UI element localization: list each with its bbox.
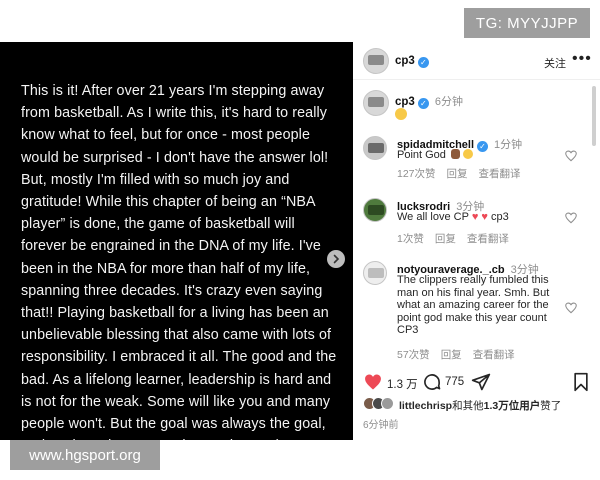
caption-username[interactable]: cp3 ✓ 6分钟 [395,93,463,109]
comment-meta: 1次赞 回复 查看翻译 [397,231,520,246]
post-text-line: forever be engrained in the DNA of my li… [21,238,321,255]
comments-panel: cp3 ✓ 关注 ••• cp3 ✓ 6分钟 spidadmitchell ✓ 1分钟 P… [353,42,600,440]
likes-middle: 和其他 [452,400,484,412]
post-text: This is it! After over 21 years I'm step… [21,80,339,440]
post-text-line: would be surprised - I don't have the an… [21,149,329,166]
comment-text: We all love CP ♥ ♥ cp3 [397,211,567,224]
translate-button[interactable]: 查看翻译 [479,168,521,180]
action-bar: 1.3 万 775 [353,370,600,396]
comment-text-line: The clippers really fumbled this [397,274,549,286]
translate-button[interactable]: 查看翻译 [467,233,509,245]
post-text-line: But, mostly I'm filled with so much joy … [21,171,290,188]
comment-text: The clippers really fumbled this man on … [397,274,567,337]
post-text-line: player” is done, the game of basketball … [21,216,295,233]
like-count: 1.3 万 [387,379,418,391]
comment-text: Point God [397,149,567,162]
avatar[interactable] [363,136,387,160]
comment-icon[interactable] [422,372,442,392]
post-text-line: that!! Playing basketball for a living h… [21,305,329,322]
likes-suffix: 赞了 [540,400,562,412]
header-username[interactable]: cp3 ✓ [395,55,429,68]
post-text-line: unbelievable blessing that also came wit… [21,327,332,344]
bookmark-icon[interactable] [572,372,590,392]
comment-text-line: CP3 [397,324,419,336]
avatar[interactable] [363,48,389,74]
heart-outline-icon[interactable] [564,149,578,163]
post-text-line: from basketball. As I write this, it's h… [21,105,327,122]
red-heart-emoji-icon: ♥ [471,211,479,223]
tg-badge: TG: MYYJJPP [464,8,590,38]
comment-item: spidadmitchell ✓ 1分钟 Point God 127次赞 回复 查看翻译 [353,136,600,182]
likes-text: littlechrisp和其他1.3万位用户赞了 [399,398,561,413]
reply-button[interactable]: 回复 [441,349,462,361]
translate-button[interactable]: 查看翻译 [473,349,515,361]
share-icon[interactable] [471,372,491,392]
post-text-line: gratitude! While this chapter of being a… [21,194,316,211]
avatar [381,397,394,410]
reply-button[interactable]: 回复 [435,233,456,245]
comment-item: lucksrodri 3分钟 We all love CP ♥ ♥ cp3 1次赞… [353,198,600,246]
next-image-button[interactable] [327,250,345,268]
verified-icon: ✓ [417,98,429,109]
avatar[interactable] [363,261,387,285]
caption-username-text[interactable]: cp3 [395,96,415,108]
post-text-line: people won't. But the goal was always th… [21,416,326,433]
caption-time: 6分钟 [434,96,463,108]
comment-text-line: man on his final year. Smh. But [397,286,550,299]
likes-others[interactable]: 1.3万位用户 [484,400,541,412]
post-text-line: This is it! After over 21 years I'm step… [21,83,325,99]
comment-meta: 127次赞 回复 查看翻译 [397,166,532,181]
hand-emoji-icon [450,149,460,159]
verified-icon: ✓ [417,57,429,68]
caption: cp3 ✓ 6分钟 [353,86,600,126]
red-heart-emoji-icon: ♥ [481,211,488,223]
likes-summary: littlechrisp和其他1.3万位用户赞了 [363,396,600,412]
avatar[interactable] [363,90,389,116]
chevron-right-icon [333,254,340,264]
post-image: This is it! After over 21 years I'm step… [0,42,353,440]
post-time: 6分钟前 [363,420,399,431]
post-text-line: been in the NBA for more than half of my… [21,260,311,277]
comment-text-content: We all love CP [397,211,469,223]
comment-item: notyouraverage._.cb 3分钟 The clippers real… [353,261,600,361]
post-text-line: spanning three decades. It's crazy even … [21,282,323,299]
comment-text-content: Point God [397,149,446,161]
post-text-line: responsibility. I embraced it all. The g… [21,349,337,366]
comment-likes[interactable]: 127次赞 [397,168,436,180]
heart-outline-icon[interactable] [564,211,578,225]
post-text-line: bad. As a lifelong learner, leadership i… [21,371,332,388]
comment-likes[interactable]: 57次赞 [397,349,430,361]
comment-meta: 57次赞 回复 查看翻译 [397,347,526,362]
header-username-text[interactable]: cp3 [395,55,415,67]
more-options-icon[interactable]: ••• [572,50,592,68]
smile-emoji-icon [395,108,407,120]
follow-button[interactable]: 关注 [544,55,566,71]
comment-mention[interactable]: cp3 [491,211,509,223]
comments-scrollbar[interactable] [592,86,596,146]
watermark: www.hgsport.org [10,440,160,470]
post-text-line: is not for the weak. Some will like you … [21,393,331,410]
comment-text-line: what an amazing career for the [397,299,549,311]
comment-text-line: point god make this year count [397,311,547,324]
reply-button[interactable]: 回复 [447,168,468,180]
comment-count: 775 [445,376,465,388]
liker-username[interactable]: littlechrisp [399,400,452,412]
heart-filled-icon[interactable] [363,372,383,392]
post-text-line: know what to feel, but for once - most p… [21,127,311,144]
heart-outline-icon[interactable] [564,301,578,315]
avatar[interactable] [363,198,387,222]
comment-likes[interactable]: 1次赞 [397,233,424,245]
face-emoji-icon [463,149,474,159]
post-header: cp3 ✓ 关注 ••• [353,42,600,80]
